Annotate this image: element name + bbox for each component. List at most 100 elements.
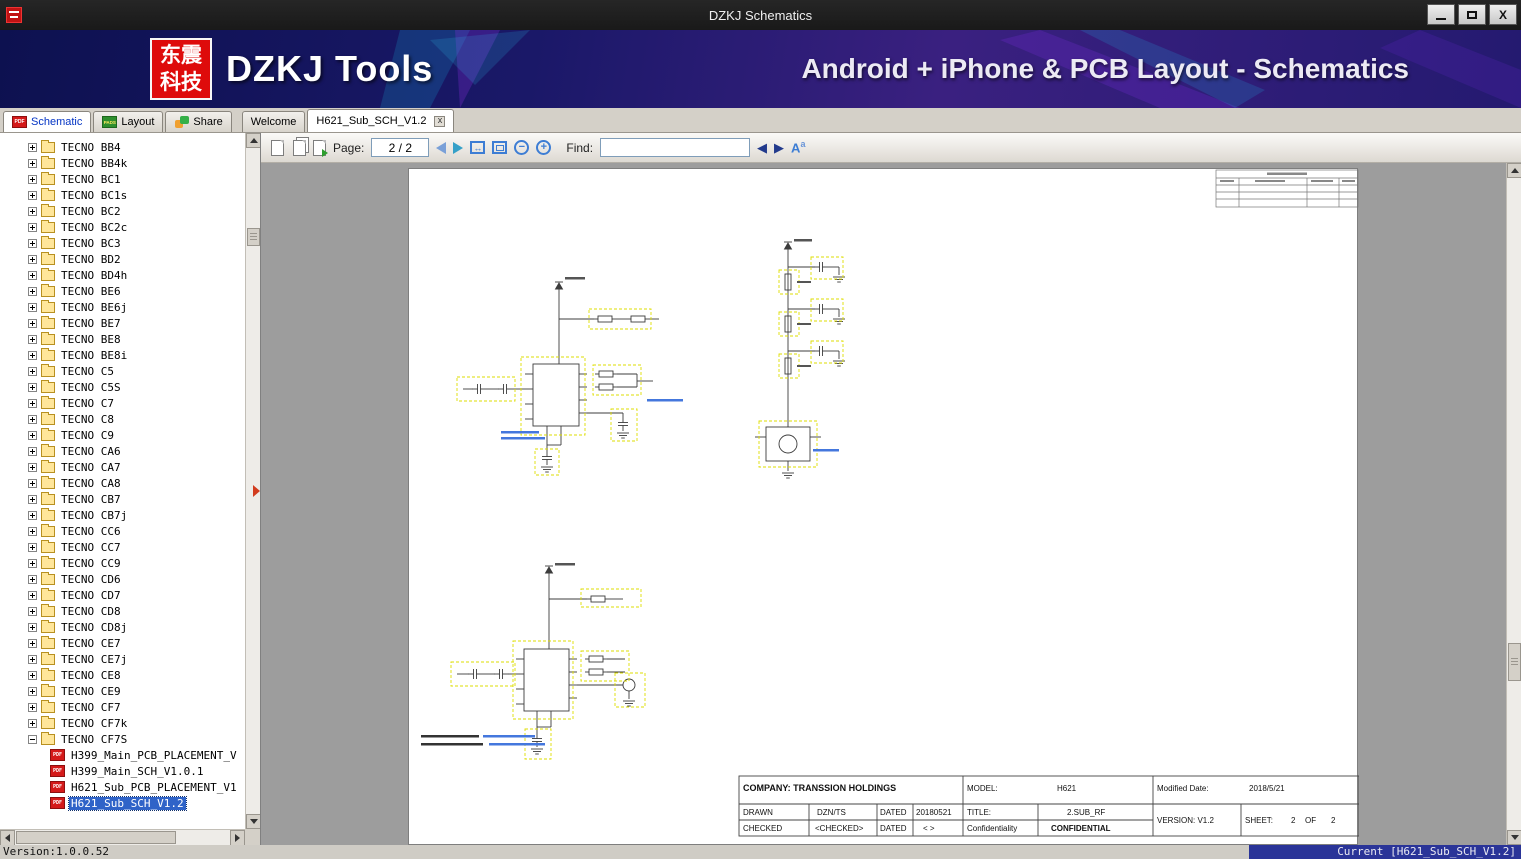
tree-folder-item[interactable]: TECNO BD4h (0, 267, 245, 283)
previous-page-icon[interactable] (436, 141, 447, 154)
tree-folder-item[interactable]: TECNO CD8 (0, 603, 245, 619)
expand-plus-icon[interactable] (28, 718, 37, 728)
single-page-view-icon[interactable] (271, 139, 284, 156)
document-vertical-scrollbar[interactable] (1506, 163, 1521, 845)
expand-plus-icon[interactable] (28, 254, 37, 264)
tree-folder-item[interactable]: TECNO CC7 (0, 539, 245, 555)
expand-plus-icon[interactable] (28, 526, 37, 536)
page-number-input[interactable] (371, 138, 430, 157)
expand-plus-icon[interactable] (28, 670, 37, 680)
scroll-left-icon[interactable] (0, 830, 15, 845)
tree-file-item[interactable]: H399_Main_PCB_PLACEMENT_V (0, 747, 245, 763)
tree-folder-item[interactable]: TECNO BC2 (0, 203, 245, 219)
expand-plus-icon[interactable] (28, 574, 37, 584)
tree-folder-item[interactable]: TECNO CE7j (0, 651, 245, 667)
scroll-up-icon[interactable] (246, 133, 260, 148)
doc-scroll-up-icon[interactable] (1507, 163, 1521, 178)
tree-folder-item[interactable]: TECNO BE6 (0, 283, 245, 299)
tree-folder-item[interactable]: TECNO C8 (0, 411, 245, 427)
collapse-minus-icon[interactable] (28, 734, 37, 744)
scroll-down-icon[interactable] (246, 814, 260, 829)
doc-tab-close-icon[interactable] (434, 115, 446, 127)
expand-plus-icon[interactable] (28, 446, 37, 456)
tree-folder-item[interactable]: TECNO BC2c (0, 219, 245, 235)
expand-plus-icon[interactable] (28, 302, 37, 312)
tree-folder-item[interactable]: TECNO C5S (0, 379, 245, 395)
tree-folder-item[interactable]: TECNO BE8 (0, 331, 245, 347)
tree-folder-item[interactable]: TECNO BB4k (0, 155, 245, 171)
expand-plus-icon[interactable] (28, 350, 37, 360)
tree-folder-item[interactable]: TECNO CE8 (0, 667, 245, 683)
expand-plus-icon[interactable] (28, 206, 37, 216)
tab-share[interactable]: Share (165, 111, 232, 132)
tree-folder-item-expanded[interactable]: TECNO CF7S (0, 731, 245, 747)
tree-file-item[interactable]: H621_Sub_SCH_V1.2 (0, 795, 245, 811)
expand-plus-icon[interactable] (28, 686, 37, 696)
zoom-in-icon[interactable]: + (536, 140, 552, 155)
tree-folder-item[interactable]: TECNO CF7k (0, 715, 245, 731)
tree-folder-item[interactable]: TECNO CF7 (0, 699, 245, 715)
expand-plus-icon[interactable] (28, 462, 37, 472)
tab-layout[interactable]: Layout (93, 111, 164, 132)
expand-plus-icon[interactable] (28, 414, 37, 424)
tree-folder-item[interactable]: TECNO CE7 (0, 635, 245, 651)
splitter-collapse-arrow[interactable] (253, 485, 260, 497)
tree-file-item[interactable]: H399_Main_SCH_V1.0.1 (0, 763, 245, 779)
doc-tab-welcome[interactable]: Welcome (241, 111, 306, 132)
maximize-button[interactable] (1458, 4, 1486, 25)
next-page-icon[interactable] (453, 141, 464, 154)
tree-folder-item[interactable]: TECNO BE6j (0, 299, 245, 315)
expand-plus-icon[interactable] (28, 270, 37, 280)
expand-plus-icon[interactable] (28, 510, 37, 520)
tree-folder-item[interactable]: TECNO CD7 (0, 587, 245, 603)
expand-plus-icon[interactable] (28, 558, 37, 568)
expand-plus-icon[interactable] (28, 430, 37, 440)
find-input[interactable] (600, 138, 751, 157)
find-next-icon[interactable]: ▶ (774, 141, 784, 154)
expand-plus-icon[interactable] (28, 382, 37, 392)
tree-folder-item[interactable]: TECNO BE7 (0, 315, 245, 331)
expand-plus-icon[interactable] (28, 638, 37, 648)
expand-plus-icon[interactable] (28, 238, 37, 248)
tree-folder-item[interactable]: TECNO BC1s (0, 187, 245, 203)
expand-plus-icon[interactable] (28, 622, 37, 632)
scroll-right-icon[interactable] (230, 830, 245, 845)
expand-plus-icon[interactable] (28, 286, 37, 296)
doc-scroll-down-icon[interactable] (1507, 830, 1521, 845)
sidebar-scrollbar-thumb[interactable] (247, 228, 260, 246)
expand-plus-icon[interactable] (28, 494, 37, 504)
expand-plus-icon[interactable] (28, 142, 37, 152)
tree-folder-item[interactable]: TECNO CD8j (0, 619, 245, 635)
expand-plus-icon[interactable] (28, 366, 37, 376)
tree-folder-item[interactable]: TECNO C9 (0, 427, 245, 443)
sidebar-hscrollbar-thumb[interactable] (16, 831, 176, 844)
sidebar-horizontal-scrollbar[interactable] (0, 829, 245, 845)
expand-plus-icon[interactable] (28, 334, 37, 344)
expand-plus-icon[interactable] (28, 158, 37, 168)
find-previous-icon[interactable]: ◀ (757, 141, 767, 154)
match-case-icon[interactable]: A (791, 139, 805, 156)
tree-file-item[interactable]: H621_Sub_PCB_PLACEMENT_V1 (0, 779, 245, 795)
tree-folder-item[interactable]: TECNO CB7j (0, 507, 245, 523)
tree-folder-item[interactable]: TECNO CA7 (0, 459, 245, 475)
tree-folder-item[interactable]: TECNO C7 (0, 395, 245, 411)
expand-plus-icon[interactable] (28, 222, 37, 232)
zoom-out-icon[interactable]: − (514, 140, 530, 155)
tree-folder-item[interactable]: TECNO CD6 (0, 571, 245, 587)
continuous-pages-icon[interactable] (313, 139, 328, 157)
tree-folder-item[interactable]: TECNO C5 (0, 363, 245, 379)
expand-plus-icon[interactable] (28, 190, 37, 200)
fit-page-icon[interactable] (492, 141, 508, 154)
tree-folder-item[interactable]: TECNO CE9 (0, 683, 245, 699)
expand-plus-icon[interactable] (28, 542, 37, 552)
expand-plus-icon[interactable] (28, 318, 37, 328)
expand-plus-icon[interactable] (28, 478, 37, 488)
tree-folder-item[interactable]: TECNO CA6 (0, 443, 245, 459)
doc-scrollbar-thumb[interactable] (1508, 643, 1521, 681)
close-button[interactable] (1489, 4, 1517, 25)
tree-folder-item[interactable]: TECNO BC3 (0, 235, 245, 251)
tree-folder-item[interactable]: TECNO BE8i (0, 347, 245, 363)
expand-plus-icon[interactable] (28, 590, 37, 600)
tab-schematic[interactable]: Schematic (3, 111, 92, 132)
tree-folder-item[interactable]: TECNO CC6 (0, 523, 245, 539)
